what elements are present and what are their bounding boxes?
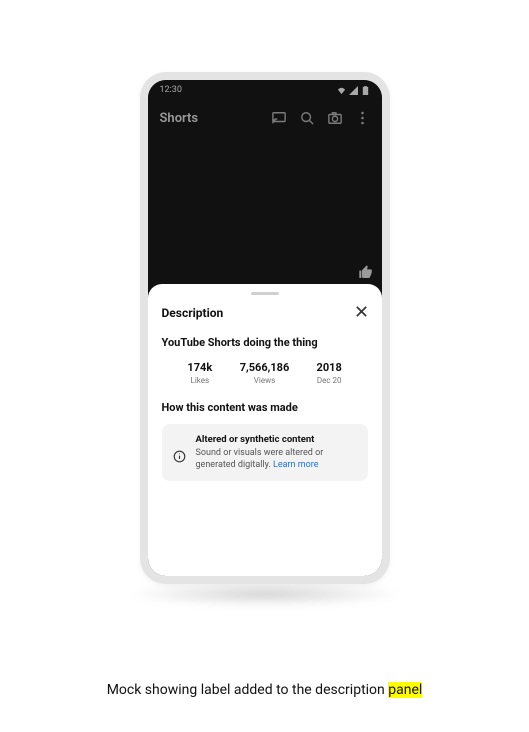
phone-frame: 12:30 Shorts — [140, 72, 390, 584]
synthetic-content-card: Altered or synthetic content Sound or vi… — [162, 424, 368, 481]
description-sheet: Description YouTube Shorts doing the thi… — [148, 284, 382, 576]
wifi-icon — [337, 86, 346, 95]
stat-likes-value: 174k — [168, 361, 233, 374]
stat-views-label: Views — [232, 376, 297, 385]
camera-icon[interactable] — [328, 111, 342, 125]
signal-icon — [349, 86, 358, 95]
stat-date-value: 2018 — [297, 361, 362, 374]
phone-screen: 12:30 Shorts — [148, 80, 382, 576]
section-heading: How this content was made — [162, 401, 368, 414]
like-button[interactable] — [358, 264, 374, 280]
learn-more-link[interactable]: Learn more — [273, 460, 319, 470]
stat-views-value: 7,566,186 — [232, 361, 297, 374]
card-body: Sound or visuals were altered or generat… — [196, 447, 358, 471]
caption-highlight: panel — [388, 682, 422, 698]
stat-views: 7,566,186 Views — [232, 361, 297, 385]
more-icon[interactable] — [356, 111, 370, 125]
video-title: YouTube Shorts doing the thing — [162, 336, 368, 349]
stats-row: 174k Likes 7,566,186 Views 2018 Dec 20 — [162, 361, 368, 385]
stat-likes-label: Likes — [168, 376, 233, 385]
figure-caption: Mock showing label added to the descript… — [0, 682, 529, 698]
app-title: Shorts — [160, 111, 272, 126]
video-area[interactable] — [148, 136, 382, 284]
stat-date-label: Dec 20 — [297, 376, 362, 385]
cast-icon[interactable] — [272, 111, 286, 125]
status-bar: 12:30 — [148, 80, 382, 100]
stat-likes: 174k Likes — [168, 361, 233, 385]
close-icon[interactable] — [355, 303, 368, 322]
caption-text: Mock showing label added to the descript… — [107, 682, 389, 698]
stat-date: 2018 Dec 20 — [297, 361, 362, 385]
card-title: Altered or synthetic content — [196, 434, 358, 445]
app-bar: Shorts — [148, 100, 382, 136]
status-time: 12:30 — [160, 85, 182, 95]
battery-icon — [361, 86, 370, 95]
drag-handle[interactable] — [251, 292, 279, 295]
sheet-title: Description — [162, 306, 224, 320]
info-icon — [172, 442, 188, 471]
search-icon[interactable] — [300, 111, 314, 125]
status-icons — [337, 86, 370, 95]
